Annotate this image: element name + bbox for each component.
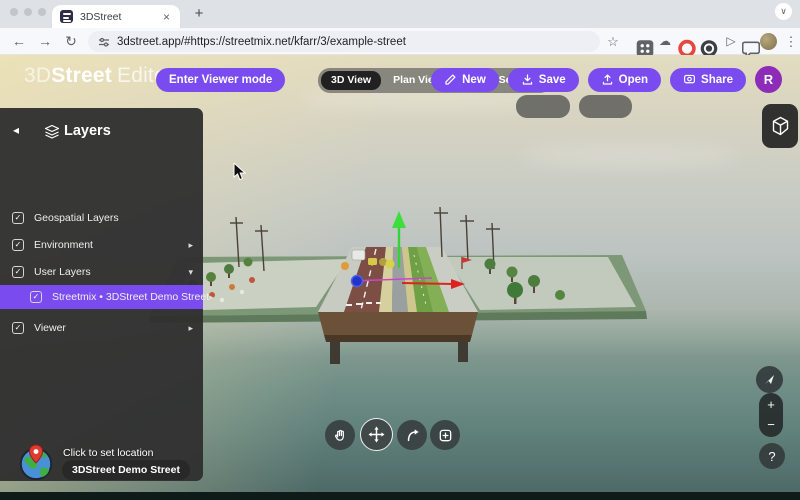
help-button[interactable]: ? [759,443,785,469]
site-settings-icon [99,37,109,47]
street-3d-scene[interactable] [140,195,700,375]
hand-icon [334,429,344,441]
site-favicon [60,10,73,23]
new-button[interactable]: New [431,67,499,92]
3dstreet-editor-viewport[interactable]: 3DStreet Editor Enter Viewer mode 3D View… [0,55,800,500]
open-button[interactable]: Open [587,67,662,92]
browser-toolbar: ← → ↻ 3dstreet.app/#https://streetmix.ne… [0,28,800,59]
open-button-label: Open [618,73,649,86]
layers-icon [44,124,60,139]
share-button-label: Share [701,73,733,86]
move-icon [368,426,385,443]
browser-menu-icon[interactable]: ⋮ [782,28,800,55]
layer-row-user-layers[interactable]: ✓ User Layers ▾ [0,260,203,284]
new-tab-button[interactable]: + [190,5,208,23]
browser-profile-avatar[interactable] [760,33,777,50]
forward-icon[interactable]: → [34,28,56,55]
zoom-out-button[interactable]: − [767,417,775,433]
layer-row-geospatial[interactable]: ✓ Geospatial Layers [0,206,203,230]
gizmo-y-arrow [392,211,406,228]
chevron-right-icon[interactable]: ▸ [209,292,214,303]
header-actions: New Save Open Share R [431,66,782,93]
platform-front [318,312,478,335]
gizmo-origin-handle [350,274,364,288]
play-extension-icon[interactable]: ▷ [722,28,740,55]
add-box-icon [439,429,451,441]
platform-leg [330,342,340,364]
upload-icon [602,74,612,85]
pencil-icon [445,74,456,85]
move-tool-button[interactable] [360,418,393,451]
window-close-button[interactable] [10,8,18,16]
placeholder-pill[interactable] [516,95,570,118]
mouse-cursor [233,163,246,181]
chevron-down-icon[interactable]: ▾ [188,267,193,278]
browser-window: 3DStreet × + ∨ ← → ↻ 3dstreet.app/#https… [0,0,800,500]
new-button-label: New [462,73,486,86]
layer-label: User Layers [34,266,91,278]
address-bar[interactable]: 3dstreet.app/#https://streetmix.net/kfar… [88,31,600,52]
set-location-hint[interactable]: Click to set location [63,447,153,459]
tab-title: 3DStreet [80,10,122,23]
cube-icon [772,116,788,136]
layer-label: Viewer [34,322,66,334]
add-entity-button[interactable] [430,420,460,450]
checkbox-checked[interactable]: ✓ [12,322,24,334]
tab-3d-view[interactable]: 3D View [321,71,382,90]
layer-row-streetmix-selected[interactable]: ✓ Streetmix • 3DStreet Demo Street ▸ [0,285,214,309]
screen-share-icon [684,74,695,84]
save-button-label: Save [538,73,566,86]
checkbox-checked[interactable]: ✓ [12,239,24,251]
checkbox-checked[interactable]: ✓ [12,212,24,224]
tab-close-icon[interactable]: × [161,10,172,24]
checkbox-checked[interactable]: ✓ [30,291,42,303]
logo-3d: 3D [24,64,52,87]
enter-viewer-mode-button[interactable]: Enter Viewer mode [156,68,286,92]
bookmark-star-icon[interactable]: ☆ [604,28,622,55]
profile-avatar[interactable]: R [755,66,782,93]
tab-search-chevron-icon[interactable]: ∨ [775,3,792,20]
compass-button[interactable] [756,366,783,393]
compass-needle-icon [765,375,774,384]
save-button[interactable]: Save [507,67,579,92]
layer-label: Geospatial Layers [34,212,119,224]
zoom-controls: + − [759,393,783,437]
3d-inspector-button[interactable] [762,104,798,148]
window-minimize-button[interactable] [24,8,32,16]
pan-tool-button[interactable] [325,420,355,450]
geo-globe-icon[interactable] [17,443,55,481]
cloud-extension-icon[interactable]: ☁ [656,28,674,55]
share-button[interactable]: Share [670,67,746,92]
rotate-tool-button[interactable] [397,420,427,450]
layer-label: Environment [34,239,93,251]
logo-street: Street [51,64,112,87]
browser-tab[interactable]: 3DStreet × [52,5,180,28]
zoom-in-button[interactable]: + [767,397,775,413]
window-zoom-button[interactable] [38,8,46,16]
panel-collapse-icon[interactable]: ◂ [13,123,19,137]
chevron-right-icon[interactable]: ▸ [188,323,193,334]
layers-panel-header: ◂ Layers [0,118,203,148]
layer-label: Streetmix • 3DStreet Demo Street [52,291,210,303]
url-text: 3dstreet.app/#https://streetmix.net/kfar… [117,35,406,48]
app-logo: 3DStreet Editor [24,64,173,88]
checkbox-checked[interactable]: ✓ [12,266,24,278]
layers-panel: ◂ Layers ✓ Geospatial Layers ✓ Environme… [0,108,214,481]
cloud-decoration [520,145,740,167]
back-icon[interactable]: ← [8,28,30,55]
refresh-icon[interactable]: ↻ [60,28,82,55]
curve-arrow-icon [407,428,419,441]
platform-leg [458,342,468,362]
layer-row-environment[interactable]: ✓ Environment ▸ [0,233,203,257]
platform-base [324,335,472,342]
layer-row-viewer[interactable]: ✓ Viewer ▸ [0,316,203,340]
download-icon [522,74,532,85]
chevron-right-icon[interactable]: ▸ [188,240,193,251]
street-name-badge[interactable]: 3DStreet Demo Street [62,460,190,480]
layers-panel-title: Layers [64,123,111,139]
browser-tab-strip: 3DStreet × + ∨ [0,0,800,28]
placeholder-pill[interactable] [579,95,632,118]
bottom-edge-strip [0,492,800,500]
